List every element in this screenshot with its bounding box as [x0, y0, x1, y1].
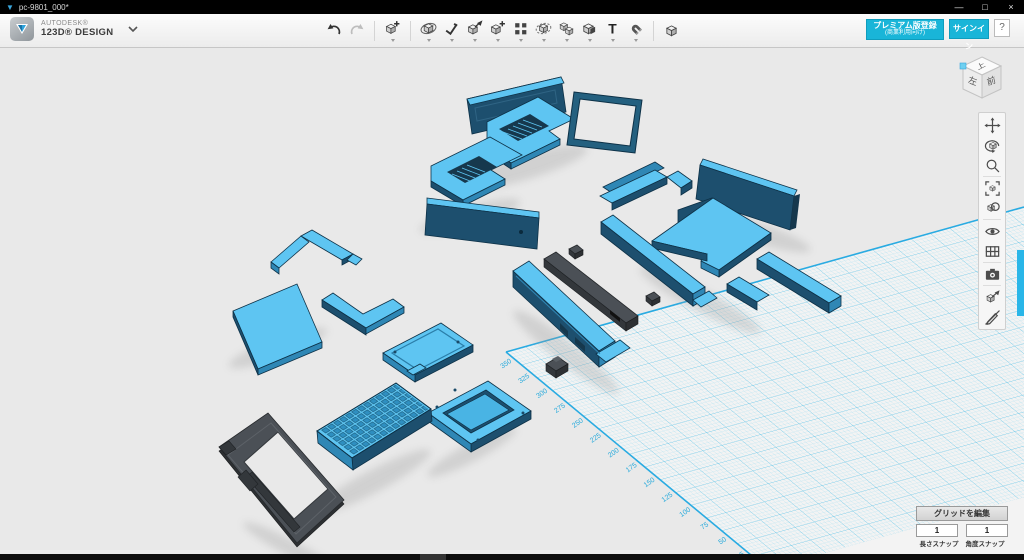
edit-materials-button[interactable] — [980, 287, 1004, 307]
taskbar-edge-segment — [420, 554, 446, 560]
part-knob-1[interactable] — [569, 245, 583, 259]
grid-axis-label: 200 — [607, 447, 621, 459]
angle-snap-input[interactable] — [966, 524, 1008, 537]
redo-button[interactable] — [345, 17, 368, 45]
window-titlebar: ▼ pc-9801_000* — □ × — [0, 0, 1024, 14]
toolbar-separator — [410, 21, 411, 41]
grid-axis-label: 175 — [625, 462, 639, 474]
part-front-panel[interactable] — [425, 198, 539, 249]
grid-axis-label: 300 — [535, 388, 549, 400]
autodesk-logo-icon — [10, 17, 34, 41]
grid-axis-label: 100 — [679, 506, 693, 518]
orbit-button[interactable] — [980, 135, 1004, 155]
part-keyboard-case[interactable] — [428, 381, 531, 452]
maximize-button[interactable]: □ — [972, 0, 998, 14]
angle-snap-label: 角度スナップ — [962, 538, 1008, 548]
window-title: pc-9801_000* — [19, 3, 69, 12]
tool-text[interactable]: T — [601, 17, 624, 45]
signin-button[interactable]: サインイン — [949, 19, 989, 39]
grid-axis-label: 125 — [661, 491, 675, 503]
toolbar-separator — [983, 285, 1001, 286]
help-button[interactable]: ? — [994, 19, 1010, 37]
close-button[interactable]: × — [998, 0, 1024, 14]
viewcube-corner-highlight[interactable] — [960, 63, 966, 69]
part-bracket-1[interactable] — [271, 230, 362, 274]
zoom-button[interactable] — [980, 155, 1004, 175]
grid-axis-label: 275 — [553, 402, 567, 414]
view-cube[interactable]: 上 左 前 — [955, 52, 1009, 110]
hide-show-button[interactable] — [980, 221, 1004, 241]
brand-line2: 123D® DESIGN — [41, 27, 113, 38]
toolbar-separator — [983, 176, 1001, 177]
app-logo-icon: ▼ — [6, 3, 14, 12]
grid-axis-label: 150 — [643, 477, 657, 489]
length-snap-input[interactable] — [916, 524, 958, 537]
toolbar-separator — [374, 21, 375, 41]
grid-axis-label: 225 — [589, 432, 603, 444]
premium-register-button[interactable]: プレミアム版登録 (商業利用向け) — [866, 19, 944, 40]
part-corner-rail[interactable] — [600, 162, 692, 210]
premium-label: プレミアム版登録 — [869, 21, 941, 30]
part-bracket-2[interactable] — [322, 293, 404, 335]
tool-snap[interactable] — [624, 17, 647, 45]
toolbar-separator — [983, 219, 1001, 220]
part-keyboard-tray[interactable] — [383, 323, 473, 382]
view-mode-button[interactable] — [980, 198, 1004, 218]
tool-modify[interactable] — [486, 17, 509, 45]
grid-axis-label: 250 — [571, 417, 585, 429]
grid-axis-label: 325 — [517, 373, 531, 385]
navigation-toolbar — [978, 112, 1006, 330]
toolbar-separator — [653, 21, 654, 41]
tool-grouping[interactable] — [532, 17, 555, 45]
premium-sublabel: (商業利用向け) — [869, 30, 941, 37]
part-knob-2[interactable] — [646, 292, 660, 306]
app-window: 350325300275250225200175150125100755025 — [0, 0, 1024, 560]
tool-material[interactable] — [578, 17, 601, 45]
tool-construct[interactable] — [463, 17, 486, 45]
viewport-3d[interactable]: 350325300275250225200175150125100755025 — [0, 0, 1024, 560]
taskbar-edge — [0, 554, 1024, 560]
undo-button[interactable] — [322, 17, 345, 45]
part-bezel-frame[interactable] — [567, 92, 642, 153]
minimize-button[interactable]: — — [946, 0, 972, 14]
app-menu[interactable]: AUTODESK® 123D® DESIGN — [10, 17, 139, 41]
menu-chevron-icon[interactable] — [127, 20, 139, 38]
length-snap-label: 長さスナップ — [916, 538, 962, 548]
app-toolbar: AUTODESK® 123D® DESIGN — [0, 14, 1024, 48]
brand-line1: AUTODESK® — [41, 20, 113, 27]
grid-snap-panel: グリッドを編集 長さスナップ 角度スナップ — [916, 506, 1008, 548]
fit-view-button[interactable] — [980, 178, 1004, 198]
screenshot-button[interactable] — [980, 264, 1004, 284]
grid-axis-label: 75 — [700, 521, 710, 531]
tool-primitives[interactable] — [417, 17, 440, 45]
tool-view-materials[interactable] — [660, 17, 683, 45]
tool-pattern[interactable] — [509, 17, 532, 45]
tool-combine[interactable] — [555, 17, 578, 45]
svg-text:T: T — [608, 20, 617, 36]
tool-transform[interactable] — [381, 17, 404, 45]
grid-axis-label: 350 — [500, 358, 514, 370]
pan-button[interactable] — [980, 115, 1004, 135]
grid-axis-label: 50 — [718, 536, 728, 546]
tool-sketch[interactable] — [440, 17, 463, 45]
edit-grid-button[interactable]: グリッドを編集 — [916, 506, 1008, 521]
main-tools: T — [322, 14, 683, 47]
right-edge-indicator[interactable] — [1017, 250, 1024, 316]
hide-sketches-button[interactable] — [980, 307, 1004, 327]
toolbar-separator — [983, 262, 1001, 263]
display-settings-button[interactable] — [980, 241, 1004, 261]
